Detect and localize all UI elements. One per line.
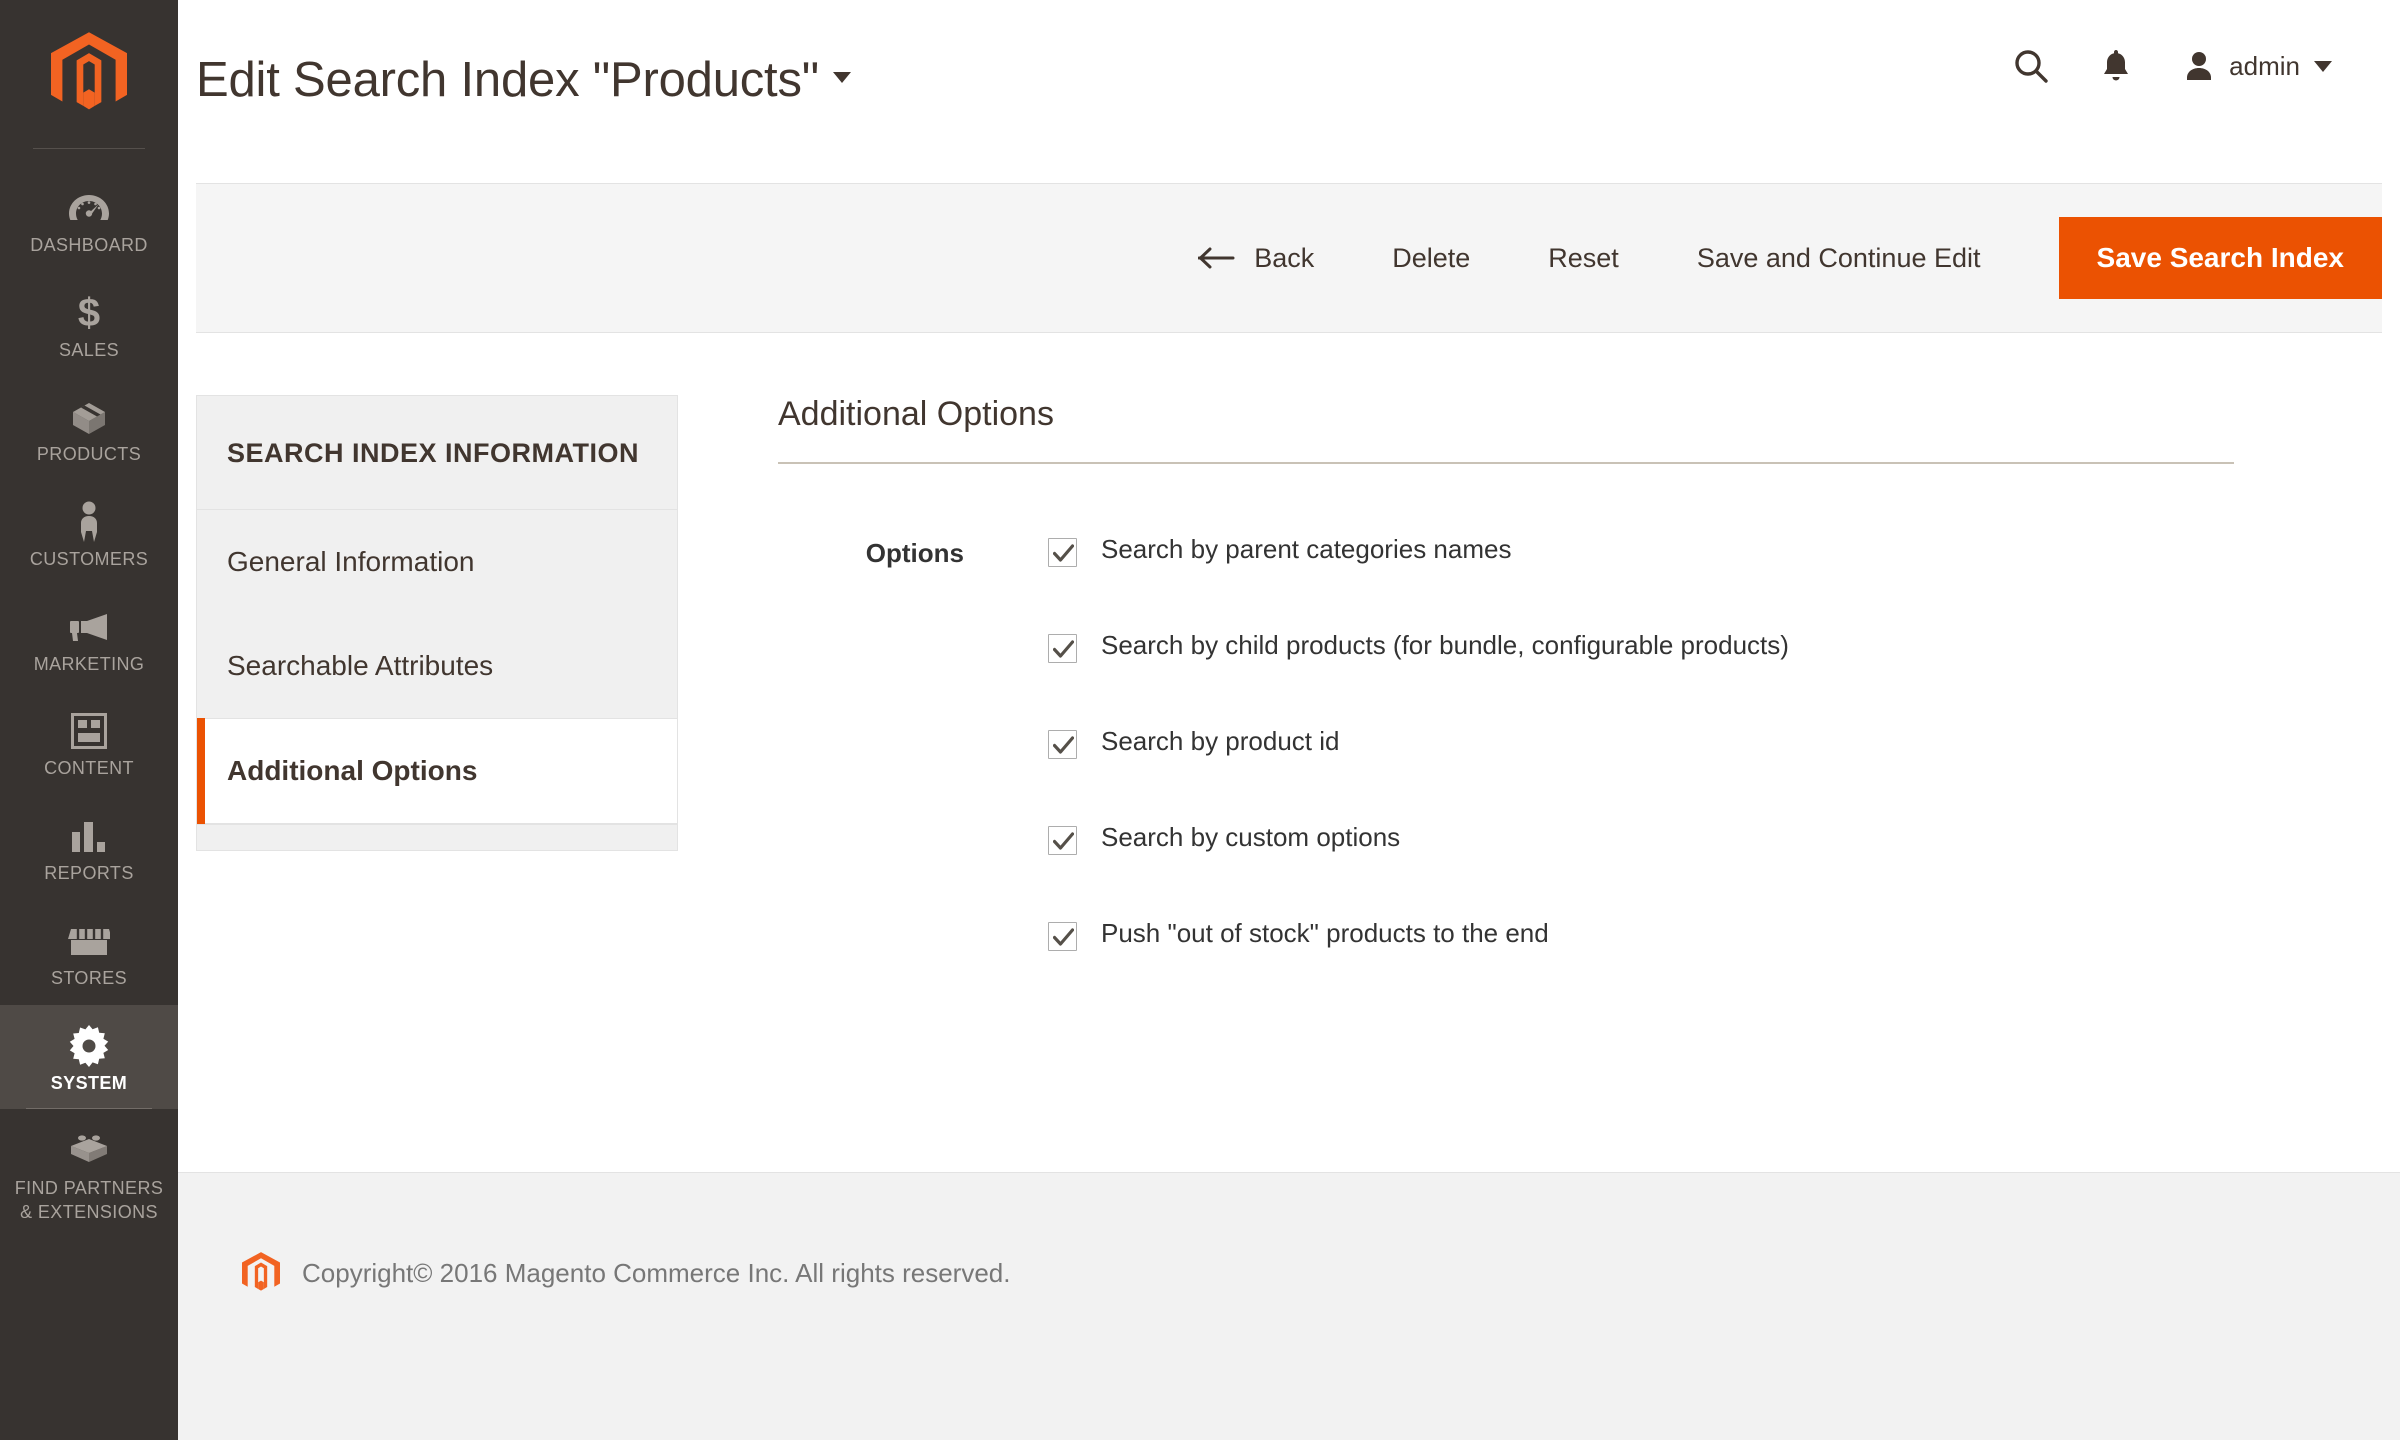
search-index-subnav: SEARCH INDEX INFORMATION General Informa… (196, 395, 678, 851)
checkbox-checked-icon[interactable] (1048, 826, 1077, 855)
copyright-text: Copyright© 2016 Magento Commerce Inc. Al… (302, 1258, 1010, 1289)
dashboard-gauge-icon (68, 185, 110, 231)
subnav-item-label: General Information (227, 546, 474, 577)
subnav-title: SEARCH INDEX INFORMATION (197, 396, 677, 510)
user-avatar-icon (2183, 50, 2215, 82)
sidebar-item-label: SYSTEM (51, 1073, 127, 1094)
storefront-icon (68, 918, 110, 964)
sidebar-item-system[interactable]: SYSTEM (0, 1005, 178, 1110)
checkbox-row-search-by-parent-categories-names[interactable]: Search by parent categories names (1048, 534, 1789, 567)
checkbox-row-search-by-custom-options[interactable]: Search by custom options (1048, 822, 1789, 855)
subnav-footer-strip (197, 824, 677, 850)
fieldset-title: Additional Options (778, 395, 2234, 464)
sidebar-item-label: STORES (51, 968, 127, 989)
sidebar-item-find-partners-extensions[interactable]: FIND PARTNERS & EXTENSIONS (0, 1109, 178, 1240)
sidebar-logo[interactable] (0, 0, 178, 148)
subnav-items: General Information Searchable Attribute… (197, 510, 677, 824)
admin-menu[interactable]: admin (2183, 50, 2332, 82)
magento-logo-icon (51, 32, 127, 116)
reset-button-label: Reset (1548, 243, 1619, 274)
subnav-item-additional-options[interactable]: Additional Options (197, 718, 677, 824)
sidebar-item-label: CUSTOMERS (30, 549, 148, 570)
main-content: Edit Search Index "Products" (178, 0, 2400, 1440)
save-search-index-label: Save Search Index (2097, 242, 2344, 274)
search-icon[interactable] (2013, 48, 2049, 84)
options-field-label: Options (778, 534, 964, 569)
sidebar-item-label: CONTENT (44, 758, 134, 779)
sidebar-item-label: SALES (59, 340, 119, 361)
layout-icon (71, 708, 107, 754)
lego-brick-icon (68, 1127, 110, 1173)
sidebar-item-label: MARKETING (34, 654, 145, 675)
checkbox-checked-icon[interactable] (1048, 634, 1077, 663)
sidebar-item-reports[interactable]: REPORTS (0, 795, 178, 900)
checkbox-row-search-by-product-id[interactable]: Search by product id (1048, 726, 1789, 759)
checkbox-label: Search by parent categories names (1101, 534, 1511, 565)
sidebar-item-label: DASHBOARD (30, 235, 148, 256)
back-button-label: Back (1254, 243, 1314, 274)
page-actions-toolbar: Back Delete Reset Save and Continue Edit… (196, 183, 2382, 333)
sidebar-item-products[interactable]: PRODUCTS (0, 376, 178, 481)
svg-text:$: $ (78, 292, 100, 334)
checkbox-checked-icon[interactable] (1048, 730, 1077, 759)
chevron-down-icon (2314, 61, 2332, 72)
additional-options-fieldset: Additional Options Options Search by par… (678, 395, 2382, 951)
sidebar-divider (33, 148, 145, 149)
options-field-row: Options Search by parent categories name… (778, 534, 2234, 951)
delete-button-label: Delete (1392, 243, 1470, 274)
checkbox-checked-icon[interactable] (1048, 538, 1077, 567)
page-title: Edit Search Index "Products" (196, 52, 851, 108)
subnav-item-label: Additional Options (227, 755, 477, 786)
reset-button[interactable]: Reset (1548, 243, 1619, 274)
main-sidebar: DASHBOARD $ SALES PRODUCTS (0, 0, 178, 1440)
sidebar-item-sales[interactable]: $ SALES (0, 272, 178, 377)
sidebar-item-label: REPORTS (44, 863, 134, 884)
bell-icon[interactable] (2101, 48, 2131, 84)
subnav-item-label: Searchable Attributes (227, 650, 493, 681)
gear-icon (68, 1023, 110, 1069)
checkbox-row-push-out-of-stock-products-to-the-end[interactable]: Push "out of stock" products to the end (1048, 918, 1789, 951)
checkbox-label: Search by product id (1101, 726, 1339, 757)
save-and-continue-edit-label: Save and Continue Edit (1697, 243, 1981, 274)
checkbox-checked-icon[interactable] (1048, 922, 1077, 951)
page-footer: Copyright© 2016 Magento Commerce Inc. Al… (178, 1172, 2400, 1440)
checkbox-label: Push "out of stock" products to the end (1101, 918, 1549, 949)
sidebar-item-content[interactable]: CONTENT (0, 690, 178, 795)
sidebar-item-marketing[interactable]: MARKETING (0, 586, 178, 691)
magento-logo-icon (242, 1251, 280, 1295)
megaphone-icon (67, 604, 111, 650)
box-icon (69, 394, 109, 440)
save-and-continue-edit-button[interactable]: Save and Continue Edit (1697, 243, 1981, 274)
checkbox-row-search-by-child-products[interactable]: Search by child products (for bundle, co… (1048, 630, 1789, 663)
subnav-item-searchable-attributes[interactable]: Searchable Attributes (197, 614, 677, 718)
sidebar-item-label: FIND PARTNERS & EXTENSIONS (15, 1177, 164, 1224)
arrow-left-icon (1198, 245, 1236, 271)
checkbox-label: Search by custom options (1101, 822, 1400, 853)
header-actions: admin (2013, 48, 2332, 84)
subnav-item-general-information[interactable]: General Information (197, 510, 677, 614)
sidebar-item-stores[interactable]: STORES (0, 900, 178, 1005)
page-title-text: Edit Search Index "Products" (196, 53, 819, 107)
dollar-sign-icon: $ (76, 290, 102, 336)
save-search-index-button[interactable]: Save Search Index (2059, 217, 2382, 299)
bar-chart-icon (71, 813, 107, 859)
delete-button[interactable]: Delete (1392, 243, 1470, 274)
footer-content: Copyright© 2016 Magento Commerce Inc. Al… (178, 1173, 1010, 1295)
sidebar-item-customers[interactable]: CUSTOMERS (0, 481, 178, 586)
admin-page: DASHBOARD $ SALES PRODUCTS (0, 0, 2400, 1440)
chevron-down-icon[interactable] (833, 72, 851, 83)
sidebar-item-label: PRODUCTS (37, 444, 141, 465)
checkbox-label: Search by child products (for bundle, co… (1101, 630, 1789, 661)
content-area: SEARCH INDEX INFORMATION General Informa… (178, 333, 2400, 951)
back-button[interactable]: Back (1198, 243, 1314, 274)
person-icon (76, 499, 102, 545)
sidebar-item-dashboard[interactable]: DASHBOARD (0, 167, 178, 272)
options-checkbox-group: Search by parent categories names Search… (964, 534, 1789, 951)
page-header: Edit Search Index "Products" (178, 0, 2400, 183)
admin-label: admin (2229, 51, 2300, 82)
